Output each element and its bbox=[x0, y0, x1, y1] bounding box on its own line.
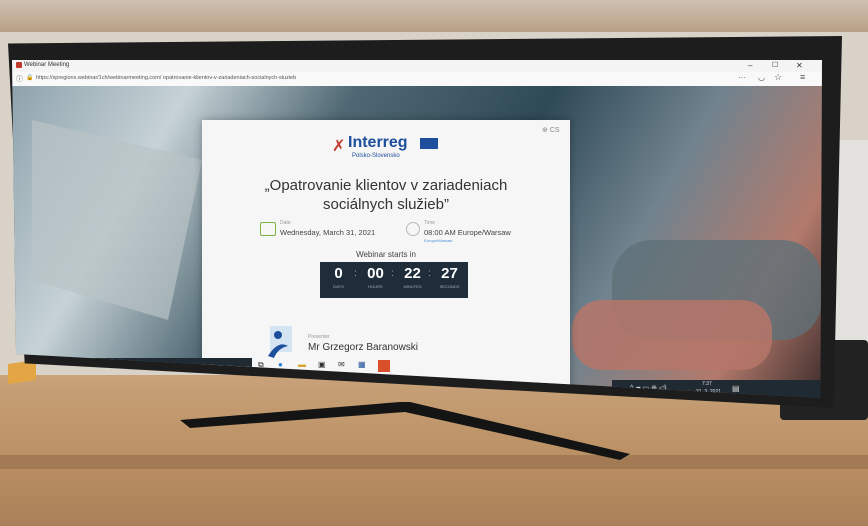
time-value: 08:00 AM Europe/Warsaw bbox=[424, 228, 511, 237]
countdown-unit: SECONDS bbox=[439, 284, 460, 289]
pocket-icon[interactable]: ◡ bbox=[758, 73, 765, 82]
edge-icon[interactable]: ● bbox=[278, 360, 283, 369]
date-label: Date bbox=[280, 220, 291, 226]
browser-titlebar: Webinar Meeting – ☐ ✕ bbox=[12, 60, 822, 72]
presenter-logo-icon bbox=[268, 326, 292, 358]
countdown-value: 22 bbox=[404, 265, 421, 282]
info-icon[interactable]: ⓘ bbox=[16, 74, 23, 84]
interreg-logo: ✗ Interreg Polsko-Slovensko bbox=[332, 134, 452, 164]
countdown-segment: 22 MINUTES bbox=[394, 264, 431, 289]
tab-favicon-icon bbox=[16, 62, 22, 68]
language-label: CS bbox=[549, 127, 560, 134]
countdown-value: 0 bbox=[334, 265, 343, 282]
star-icon[interactable]: ☆ bbox=[774, 72, 782, 83]
eu-flag-icon bbox=[420, 138, 438, 149]
countdown-label: Webinar starts in bbox=[356, 250, 416, 259]
firefox-icon[interactable] bbox=[378, 360, 390, 372]
store-icon[interactable]: ▣ bbox=[318, 360, 326, 369]
tv-screen: Webinar Meeting – ☐ ✕ ⓘ 🔒 https://spregi… bbox=[12, 60, 822, 398]
countdown-box: 0 DAYS:00 HOURS:22 MINUTES:27 SECONDS bbox=[320, 262, 468, 298]
close-icon[interactable]: ✕ bbox=[796, 61, 803, 70]
presenter-name: Mr Grzegorz Baranowski bbox=[308, 342, 419, 353]
countdown-segment: 00 HOURS bbox=[357, 264, 394, 289]
countdown-segment: 27 SECONDS bbox=[431, 264, 468, 289]
url-text[interactable]: https://spregions.webinar/1ch/webinarmee… bbox=[36, 75, 296, 81]
calendar-icon bbox=[260, 222, 276, 236]
date-value: Wednesday, March 31, 2021 bbox=[280, 228, 376, 237]
hand-photo bbox=[572, 300, 772, 370]
menu-icon[interactable]: ≡ bbox=[800, 72, 805, 82]
notification-icon[interactable]: ▤ bbox=[732, 384, 740, 393]
mail-icon[interactable]: ✉ bbox=[338, 360, 345, 369]
maximize-icon[interactable]: ☐ bbox=[772, 61, 778, 69]
countdown-segment: 0 DAYS bbox=[320, 264, 357, 289]
logo-figure-icon: ✗ bbox=[332, 138, 346, 155]
countdown-unit: MINUTES bbox=[403, 284, 422, 289]
tab-title[interactable]: Webinar Meeting bbox=[24, 62, 69, 68]
countdown-unit: HOURS bbox=[368, 284, 383, 289]
shelf-top bbox=[0, 0, 868, 32]
explorer-icon[interactable]: ▬ bbox=[298, 360, 306, 369]
webinar-title: „Opatrovanie klientov v zariadeniach soc… bbox=[202, 176, 570, 214]
logo-name: Interreg bbox=[348, 134, 408, 151]
time-label: Time bbox=[424, 220, 435, 226]
presenter-avatar bbox=[264, 326, 294, 360]
countdown-value: 00 bbox=[367, 265, 384, 282]
countdown-unit: DAYS bbox=[333, 284, 344, 289]
title-line-1: „Opatrovanie klientov v zariadeniach bbox=[264, 177, 508, 194]
webinar-card: ⊕ CS ✗ Interreg Polsko-Slovensko „Opatro… bbox=[202, 120, 570, 398]
presenter-label: Presenter bbox=[308, 334, 330, 340]
logo-subtitle: Polsko-Slovensko bbox=[352, 153, 400, 159]
language-switch[interactable]: ⊕ CS bbox=[542, 126, 560, 134]
lock-icon: 🔒 bbox=[26, 75, 34, 81]
app-icon[interactable]: ▦ bbox=[358, 360, 366, 369]
title-line-2: sociálnych služieb” bbox=[323, 196, 449, 213]
countdown-value: 27 bbox=[441, 265, 458, 282]
time-note[interactable]: Europe/Warsaw bbox=[424, 238, 452, 243]
more-icon[interactable]: ··· bbox=[738, 73, 746, 82]
clock-icon bbox=[406, 222, 420, 236]
clock-time[interactable]: 7:37 bbox=[702, 381, 712, 387]
tv-stand bbox=[180, 402, 630, 460]
address-bar[interactable]: ⓘ 🔒 https://spregions.webinar/1ch/webina… bbox=[12, 72, 822, 87]
minimize-icon[interactable]: – bbox=[748, 61, 752, 70]
